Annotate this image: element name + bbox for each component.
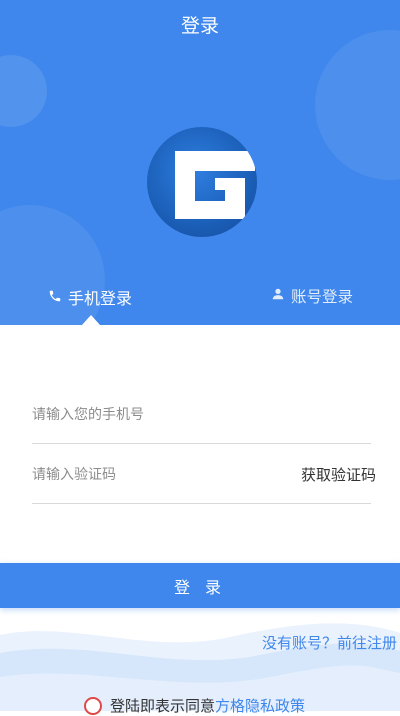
agree-radio[interactable] — [84, 696, 102, 715]
agreement-text: 登陆即表示同意 — [110, 697, 216, 715]
header: 登录 手机登录 账号登录 — [0, 0, 400, 325]
privacy-agreement: 登陆即表示同意 方格隐私政策 — [84, 695, 305, 716]
privacy-policy-link[interactable]: 方格隐私政策 — [215, 695, 305, 716]
code-field: 获取验证码 — [32, 463, 376, 504]
decor-bubble — [315, 30, 400, 180]
verification-code-input[interactable] — [32, 463, 272, 487]
get-code-button[interactable]: 获取验证码 — [301, 464, 376, 485]
login-button[interactable]: 登 录 — [0, 563, 400, 608]
tab-account-label: 账号登录 — [291, 288, 354, 306]
tab-account-login[interactable]: 账号登录 — [271, 285, 353, 307]
tab-phone-login[interactable]: 手机登录 — [48, 285, 132, 309]
user-icon — [271, 287, 285, 305]
page-title: 登录 — [180, 15, 219, 37]
phone-field — [32, 403, 371, 444]
phone-icon — [48, 288, 62, 307]
register-link[interactable]: 没有账号？前往注册 — [262, 632, 397, 653]
phone-input[interactable] — [32, 403, 272, 427]
decor-bubble — [0, 55, 47, 127]
tab-phone-label: 手机登录 — [68, 289, 133, 308]
g-logo-icon — [147, 127, 257, 237]
active-tab-indicator — [82, 315, 100, 325]
